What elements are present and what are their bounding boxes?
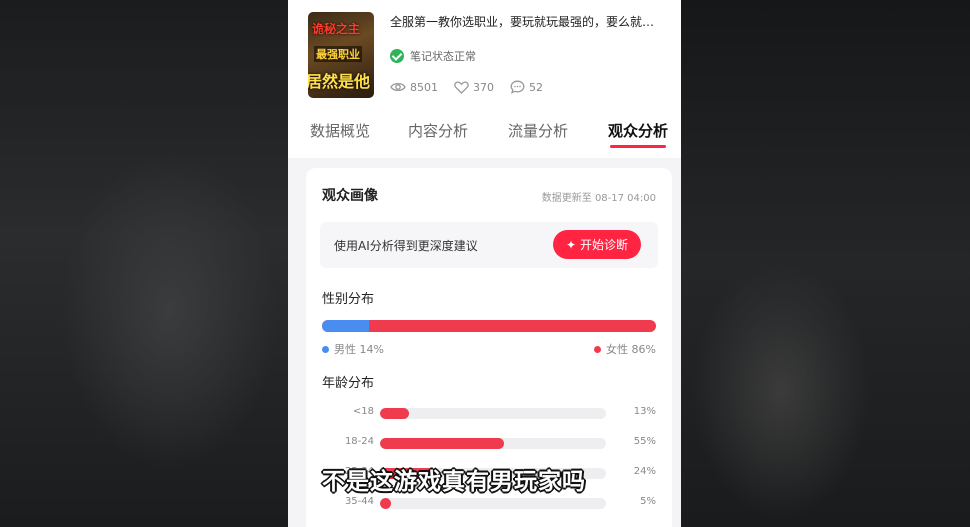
tab-overview[interactable]: 数据概览 — [310, 120, 370, 141]
note-status: 笔记状态正常 — [390, 48, 476, 64]
phone-screen: 诡秘之主 最强职业 居然是他 全服第一教你选职业，要玩就玩最强的，要么就… 笔记… — [288, 0, 681, 527]
age-row: <18 13% — [322, 406, 656, 420]
female-legend: 女性 86% — [594, 341, 656, 357]
gender-title: 性别分布 — [322, 292, 375, 307]
age-pct: 5% — [640, 496, 656, 507]
card-title: 观众画像 — [322, 188, 378, 204]
comment-icon — [510, 80, 525, 94]
note-thumbnail[interactable]: 诡秘之主 最强职业 居然是他 — [308, 12, 374, 98]
likes-stat: 370 — [454, 81, 494, 94]
note-header: 诡秘之主 最强职业 居然是他 全服第一教你选职业，要玩就玩最强的，要么就… 笔记… — [288, 0, 681, 158]
age-row: 35-44 5% — [322, 496, 656, 510]
views-count: 8501 — [410, 80, 438, 94]
background-figure — [691, 260, 871, 520]
status-text: 笔记状态正常 — [410, 50, 476, 63]
thumbnail-text: 居然是他 — [308, 72, 371, 91]
age-label: 35-44 — [344, 496, 374, 507]
age-pct: 13% — [633, 406, 656, 417]
male-dot — [322, 345, 329, 353]
thumbnail-text: 诡秘之主 — [312, 22, 361, 36]
ai-analysis-box: 使用AI分析得到更深度建议 ✦ 开始诊断 — [320, 222, 658, 268]
age-pct: 55% — [633, 436, 656, 447]
female-label: 女性 86% — [606, 343, 656, 356]
background-figure — [60, 150, 280, 470]
age-fill — [380, 498, 392, 509]
male-fill — [322, 320, 369, 332]
heart-icon — [454, 80, 469, 94]
age-label: <18 — [352, 406, 374, 417]
update-time: 数据更新至 08-17 04:00 — [541, 193, 656, 204]
age-fill — [380, 438, 505, 449]
tab-content[interactable]: 内容分析 — [408, 120, 468, 141]
eye-icon — [390, 82, 406, 92]
age-pct: 24% — [633, 466, 656, 477]
video-subtitle: 不是这游戏真有男玩家吗 — [322, 469, 586, 495]
female-dot — [594, 345, 602, 353]
check-icon — [390, 49, 404, 63]
age-title: 年龄分布 — [322, 376, 375, 391]
age-track — [380, 498, 606, 509]
analysis-tabs: 数据概览 内容分析 流量分析 观众分析 — [288, 116, 681, 150]
note-stats: 8501 370 52 — [390, 80, 559, 94]
tab-audience[interactable]: 观众分析 — [608, 120, 668, 141]
video-background-left — [0, 0, 288, 527]
video-background-right — [681, 0, 970, 527]
button-label: 开始诊断 — [580, 238, 629, 252]
likes-count: 370 — [473, 80, 494, 94]
age-row: 18-24 55% — [322, 436, 656, 450]
age-track — [380, 438, 606, 449]
active-tab-indicator — [610, 145, 666, 148]
comments-count: 52 — [529, 80, 543, 94]
ai-prompt: 使用AI分析得到更深度建议 — [334, 239, 478, 253]
start-diagnosis-button[interactable]: ✦ 开始诊断 — [553, 230, 641, 259]
sparkle-icon: ✦ — [565, 237, 577, 252]
note-title[interactable]: 全服第一教你选职业，要玩就玩最强的，要么就… — [390, 13, 670, 30]
age-track — [380, 408, 606, 419]
gender-bar — [322, 320, 656, 332]
views-stat: 8501 — [390, 81, 438, 94]
comments-stat: 52 — [510, 80, 543, 94]
thumbnail-text: 最强职业 — [314, 46, 362, 62]
male-label: 男性 14% — [334, 343, 384, 356]
age-fill — [380, 408, 410, 419]
male-legend: 男性 14% — [322, 341, 384, 357]
tab-traffic[interactable]: 流量分析 — [508, 120, 568, 141]
age-label: 18-24 — [344, 436, 374, 447]
